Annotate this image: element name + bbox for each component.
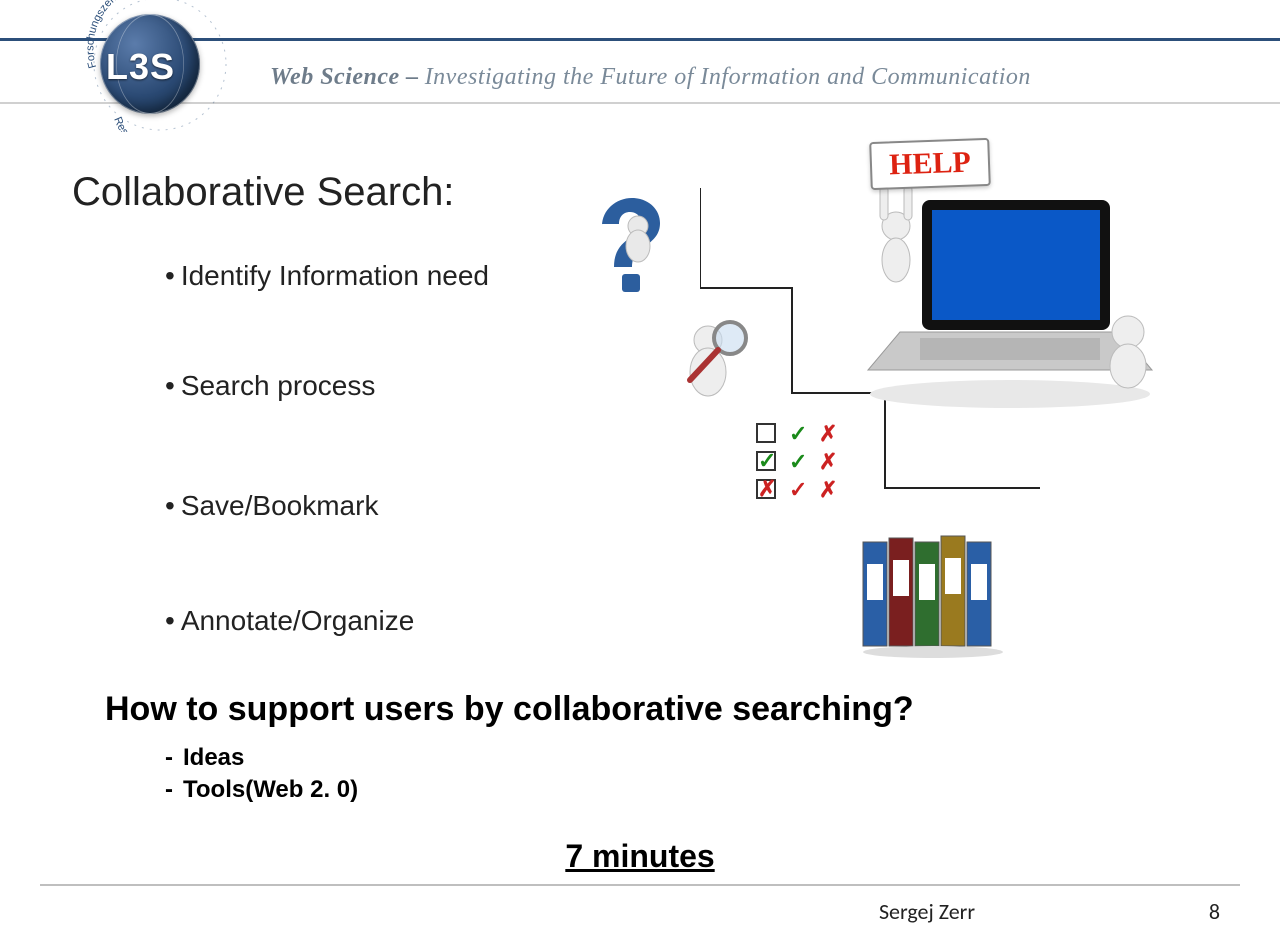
footer-author: Sergej Zerr [879, 898, 975, 925]
bullet-annotate: •Annotate/Organize [165, 605, 414, 637]
slide-title: Collaborative Search: [72, 170, 454, 215]
header: Web Science – Investigating the Future o… [0, 0, 1280, 130]
magnifying-glass-icon [660, 310, 760, 410]
footer-rule [40, 884, 1240, 886]
svg-text:✗: ✗ [819, 421, 837, 446]
binders-icon [855, 520, 1015, 660]
sub-list: -Ideas -Tools(Web 2. 0) [165, 742, 358, 807]
bullet-text: Save/Bookmark [181, 490, 379, 521]
bullet-text: Search process [181, 370, 376, 401]
l3s-logo: Forschungszentrum Research Center L3S [80, 2, 255, 132]
sub-item-ideas: -Ideas [165, 742, 358, 774]
sub-item-tools: -Tools(Web 2. 0) [165, 774, 358, 806]
checkbox-grid-icon: ✓ ✗ ✓ ✓ ✗ ✗ ✓ ✗ [755, 420, 850, 505]
bullet-save: •Save/Bookmark [165, 490, 378, 522]
tagline-rest: Investigating the Future of Information … [425, 64, 1031, 91]
bullet-search: •Search process [165, 370, 375, 402]
svg-text:✓: ✓ [789, 477, 807, 502]
slide: Web Science – Investigating the Future o… [0, 0, 1280, 940]
svg-text:✗: ✗ [758, 476, 776, 501]
sub-item-text: Tools(Web 2. 0) [183, 776, 358, 803]
svg-text:✓: ✓ [758, 448, 776, 473]
tagline-strong: Web Science – [270, 64, 419, 91]
bullet-text: Annotate/Organize [181, 605, 415, 636]
time-allotment: 7 minutes [0, 838, 1280, 875]
question-mark-icon [568, 188, 688, 308]
svg-text:✗: ✗ [819, 449, 837, 474]
svg-text:✓: ✓ [789, 421, 807, 446]
footer-page-number: 8 [1209, 898, 1220, 925]
sub-item-text: Ideas [183, 744, 244, 771]
laptop-help-icon [860, 156, 1160, 416]
bullet-text: Identify Information need [181, 260, 489, 291]
logo-text: L3S [106, 46, 175, 88]
svg-text:✗: ✗ [819, 477, 837, 502]
question-heading: How to support users by collaborative se… [105, 690, 914, 729]
header-tagline: Web Science – Investigating the Future o… [270, 55, 1260, 100]
svg-text:✓: ✓ [789, 449, 807, 474]
help-sign: HELP [869, 138, 991, 190]
help-sign-text: HELP [889, 146, 972, 183]
bullet-identify: •Identify Information need [165, 260, 489, 292]
